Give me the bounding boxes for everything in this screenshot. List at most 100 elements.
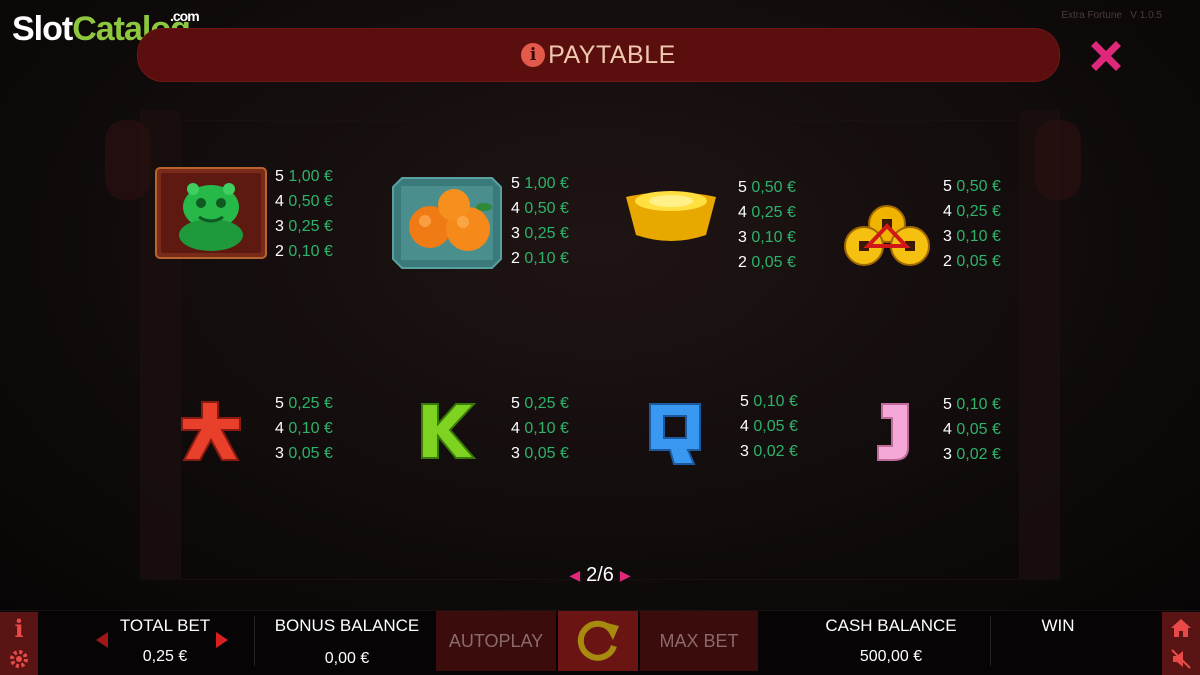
info-icon: i <box>521 43 546 67</box>
watermark-part-3: .com <box>170 8 200 24</box>
decrease-bet-button[interactable] <box>92 630 112 650</box>
pay-row: 3 0,05 € <box>275 441 333 466</box>
pay-row: 4 0,50 € <box>275 189 333 214</box>
prev-page-button[interactable]: ◀ <box>569 567 580 584</box>
win-label: WIN <box>1041 616 1075 635</box>
pay-amount: 0,25 € <box>751 204 796 221</box>
pay-amount: 0,05 € <box>524 445 569 462</box>
pay-count: 5 <box>943 178 952 195</box>
pay-amount: 1,00 € <box>288 168 333 185</box>
pay-amount: 0,10 € <box>288 420 333 437</box>
pay-row: 4 0,50 € <box>511 196 569 221</box>
next-page-button[interactable]: ▶ <box>620 567 631 584</box>
refresh-icon <box>577 620 619 661</box>
divider <box>254 616 255 666</box>
pay-count: 5 <box>511 395 520 412</box>
pay-count: 4 <box>275 193 284 210</box>
pay-amount: 0,05 € <box>956 253 1001 270</box>
pay-count: 3 <box>943 228 952 245</box>
home-icon <box>1171 619 1191 637</box>
game-name: Extra Fortune <box>1061 10 1122 21</box>
pay-count: 5 <box>275 168 284 185</box>
pay-amount: 0,05 € <box>753 418 798 435</box>
pay-row: 3 0,05 € <box>511 441 569 466</box>
pay-row: 5 0,10 € <box>740 389 798 414</box>
background <box>0 0 1200 610</box>
pay-row: 4 0,10 € <box>275 416 333 441</box>
bonus-balance-label: BONUS BALANCE <box>274 616 420 635</box>
pay-row: 5 1,00 € <box>275 164 333 189</box>
pay-count: 5 <box>275 395 284 412</box>
pay-count: 4 <box>740 418 749 435</box>
close-icon <box>1091 41 1121 71</box>
pay-count: 3 <box>740 443 749 460</box>
pay-row: 5 0,25 € <box>511 391 569 416</box>
pay-count: 5 <box>943 396 952 413</box>
pay-amount: 0,10 € <box>956 228 1001 245</box>
pay-row: 5 0,25 € <box>275 391 333 416</box>
pay-count: 5 <box>511 175 520 192</box>
pay-amount: 0,25 € <box>524 395 569 412</box>
pay-amount: 0,05 € <box>956 421 1001 438</box>
divider <box>990 616 991 666</box>
pagination: ◀ 2/6 ▶ <box>560 562 640 588</box>
pay-amount: 0,50 € <box>751 179 796 196</box>
pay-count: 3 <box>275 218 284 235</box>
page-title: PAYTABLE <box>548 40 676 69</box>
pay-amount: 0,25 € <box>524 225 569 242</box>
pay-amount: 0,10 € <box>753 393 798 410</box>
pay-count: 4 <box>511 420 520 437</box>
pay-row: 4 0,10 € <box>511 416 569 441</box>
pay-count: 2 <box>738 254 747 271</box>
paytable-lion: 5 1,00 € 4 0,50 € 3 0,25 € 2 0,10 € <box>275 164 333 264</box>
background-lantern-right <box>1035 120 1081 200</box>
pay-count: 3 <box>511 445 520 462</box>
k-symbol-icon <box>420 402 477 460</box>
pay-row: 3 0,25 € <box>511 221 569 246</box>
pay-row: 5 0,50 € <box>738 175 796 200</box>
info-button[interactable]: i <box>0 612 38 644</box>
pay-count: 3 <box>738 229 747 246</box>
pay-amount: 0,50 € <box>288 193 333 210</box>
pay-count: 5 <box>740 393 749 410</box>
gear-icon <box>10 650 28 668</box>
pay-row: 4 0,05 € <box>740 414 798 439</box>
increase-bet-button[interactable] <box>212 630 232 650</box>
settings-button[interactable] <box>0 643 38 675</box>
pay-count: 2 <box>511 250 520 267</box>
pay-amount: 0,02 € <box>753 443 798 460</box>
pay-row: 2 0,10 € <box>511 246 569 271</box>
pay-row: 5 1,00 € <box>511 171 569 196</box>
jade-lion-icon <box>155 167 267 259</box>
sound-button[interactable] <box>1162 643 1200 675</box>
pay-count: 4 <box>275 420 284 437</box>
autoplay-button[interactable]: AUTOPLAY <box>436 611 556 671</box>
coins-icon <box>842 204 932 268</box>
paytable-ingot: 5 0,50 € 4 0,25 € 3 0,10 € 2 0,05 € <box>738 175 796 275</box>
paytable-coins: 5 0,50 € 4 0,25 € 3 0,10 € 2 0,05 € <box>943 174 1001 274</box>
pay-row: 5 0,10 € <box>943 392 1001 417</box>
pay-amount: 0,25 € <box>288 218 333 235</box>
pay-row: 4 0,25 € <box>738 200 796 225</box>
pay-count: 3 <box>511 225 520 242</box>
spin-button[interactable] <box>558 611 638 671</box>
pay-count: 3 <box>943 446 952 463</box>
pay-amount: 1,00 € <box>524 175 569 192</box>
gold-ingot-icon <box>624 185 718 247</box>
paytable-j: 5 0,10 € 4 0,05 € 3 0,02 € <box>943 392 1001 467</box>
pay-row: 4 0,25 € <box>943 199 1001 224</box>
paytable-a: 5 0,25 € 4 0,10 € 3 0,05 € <box>275 391 333 466</box>
max-bet-button[interactable]: MAX BET <box>640 611 758 671</box>
pay-amount: 0,10 € <box>524 420 569 437</box>
pay-amount: 0,10 € <box>956 396 1001 413</box>
pay-count: 2 <box>943 253 952 270</box>
pay-count: 4 <box>943 421 952 438</box>
pay-amount: 0,25 € <box>288 395 333 412</box>
pay-row: 2 0,10 € <box>275 239 333 264</box>
pay-count: 3 <box>275 445 284 462</box>
pay-count: 2 <box>275 243 284 260</box>
total-bet-label: TOTAL BET <box>119 616 211 635</box>
pay-amount: 0,50 € <box>956 178 1001 195</box>
close-button[interactable] <box>1090 40 1122 72</box>
home-button[interactable] <box>1162 612 1200 644</box>
